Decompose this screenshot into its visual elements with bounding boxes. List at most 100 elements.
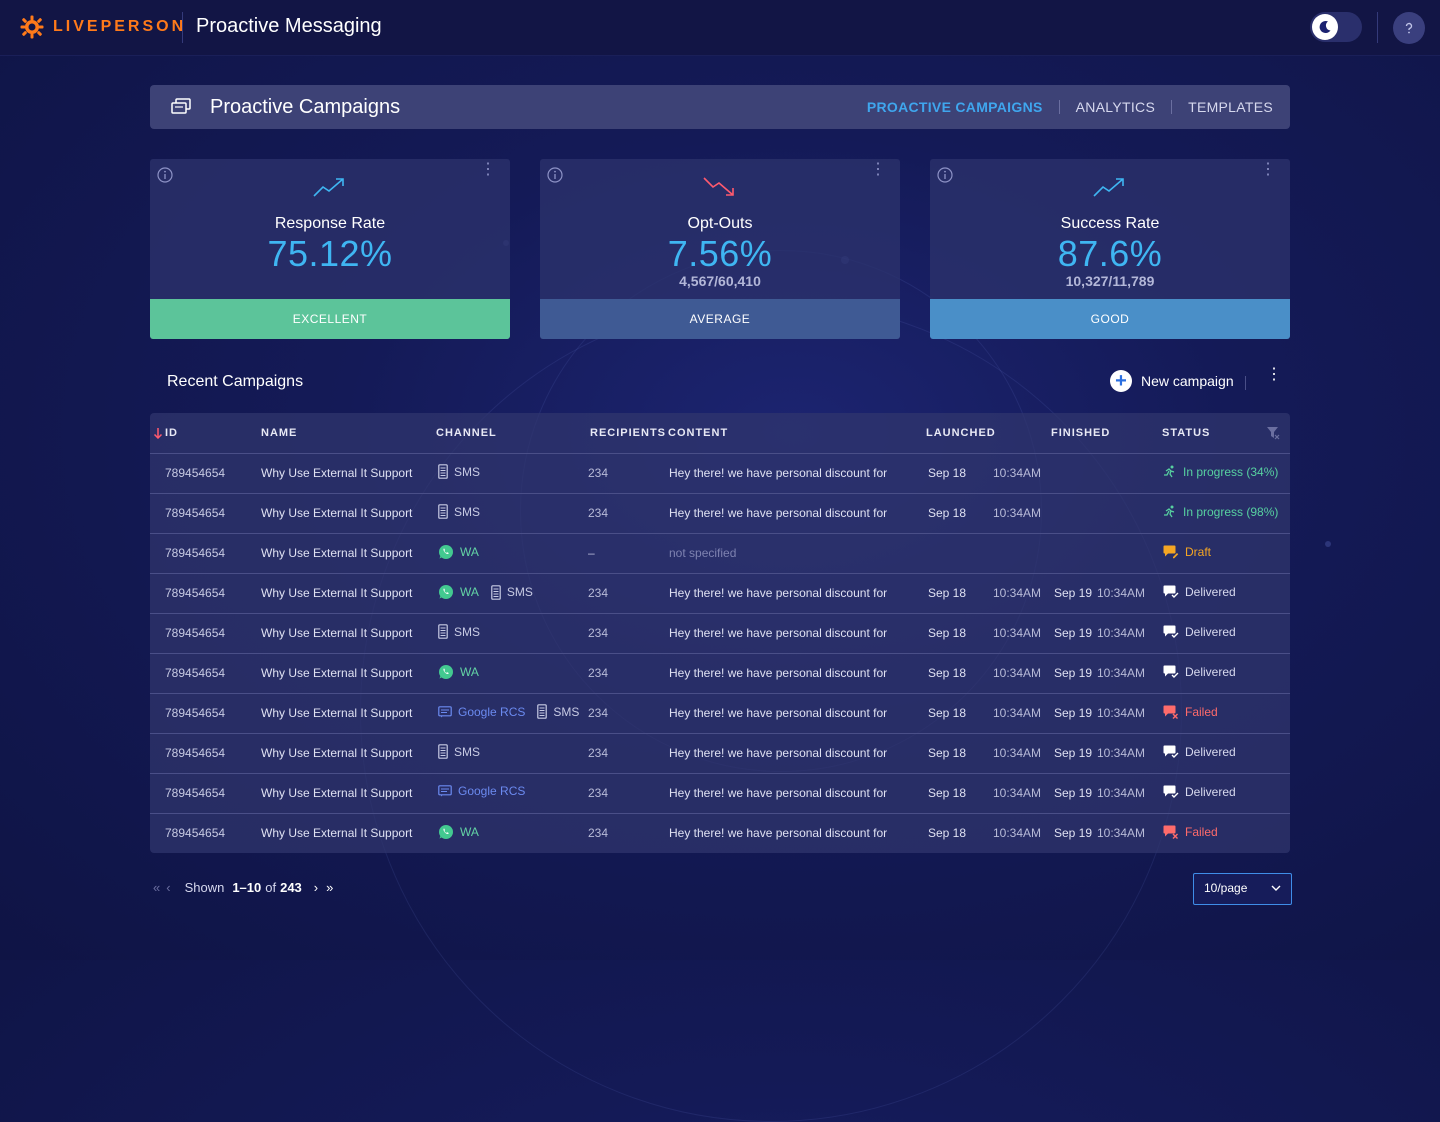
kebab-menu-icon[interactable]: ⋮ [870, 162, 886, 178]
tab-proactive-campaigns[interactable]: PROACTIVE CAMPAIGNS [851, 99, 1059, 115]
column-finished[interactable]: FINISHED [1051, 427, 1110, 439]
campaign-content: Hey there! we have personal discount for [669, 626, 888, 640]
campaign-content: Hey there! we have personal discount for [669, 786, 888, 800]
campaign-status: In progress (98%) [1163, 505, 1278, 519]
filter-clear-icon[interactable] [1266, 426, 1280, 440]
status-label: Delivered [1185, 785, 1236, 799]
column-status[interactable]: STATUS [1162, 427, 1210, 439]
campaign-status: Delivered [1163, 665, 1236, 679]
kebab-menu-icon[interactable]: ⋮ [1266, 367, 1282, 383]
column-recipients[interactable]: RECIPIENTS [590, 427, 666, 439]
column-channel[interactable]: CHANNEL [436, 427, 497, 439]
column-content[interactable]: CONTENT [668, 427, 728, 439]
campaign-recipients: 234 [588, 786, 609, 800]
info-icon[interactable] [547, 167, 563, 183]
failed-icon [1163, 705, 1179, 719]
campaign-name[interactable]: Why Use External It Support [261, 706, 412, 720]
campaign-channels: SMS [438, 464, 492, 479]
campaign-id: 789454654 [165, 586, 226, 600]
campaign-name[interactable]: Why Use External It Support [261, 786, 412, 800]
campaign-name[interactable]: Why Use External It Support [261, 546, 412, 560]
table-row[interactable]: 789454654 Why Use External It Support SMS 2… [150, 493, 1290, 534]
status-label: In progress (98%) [1183, 505, 1279, 519]
kebab-menu-icon[interactable]: ⋮ [480, 162, 496, 178]
channel-tag: Google RCS [438, 705, 525, 719]
per-page-select[interactable]: 10/page [1193, 873, 1292, 905]
campaign-content: Hey there! we have personal discount for [669, 826, 888, 840]
finished-time: 10:34AM [1097, 706, 1146, 720]
sms-icon [438, 464, 448, 479]
campaign-name[interactable]: Why Use External It Support [261, 506, 412, 520]
campaign-recipients: 234 [588, 826, 609, 840]
table-row[interactable]: 789454654 Why Use External It Support SMS 2… [150, 613, 1290, 654]
finished-time: 10:34AM [1097, 626, 1146, 640]
kpi-label: Opt-Outs [687, 215, 753, 232]
campaigns-table: ID NAME CHANNEL RECIPIENTS CONTENT LAUNC… [150, 413, 1290, 853]
kpi-value: 75.12% [267, 233, 393, 274]
launched-time: 10:34AM [993, 586, 1042, 600]
campaign-recipients: 234 [588, 466, 609, 480]
table-row[interactable]: 789454654 Why Use External It Support Goog… [150, 693, 1290, 734]
campaign-name[interactable]: Why Use External It Support [261, 466, 412, 480]
table-row[interactable]: 789454654 Why Use External It Support WA 23… [150, 813, 1290, 853]
launched-time: 10:34AM [993, 746, 1042, 760]
campaign-id: 789454654 [165, 666, 226, 680]
status-label: Delivered [1185, 585, 1236, 599]
last-page-icon[interactable]: » [326, 880, 333, 895]
campaign-status: Draft [1163, 545, 1211, 559]
new-campaign-button[interactable]: + New campaign [1110, 370, 1234, 392]
prev-page-icon[interactable]: ‹ [166, 880, 170, 895]
channel-tag: SMS [438, 744, 480, 759]
delivered-icon [1163, 625, 1179, 639]
finished-date: Sep 19 [1054, 626, 1093, 640]
tab-templates[interactable]: TEMPLATES [1172, 99, 1273, 115]
kebab-menu-icon[interactable]: ⋮ [1260, 162, 1276, 178]
campaign-name[interactable]: Why Use External It Support [261, 626, 412, 640]
table-row[interactable]: 789454654 Why Use External It Support Goog… [150, 773, 1290, 814]
channel-label: SMS [553, 704, 580, 719]
whatsapp-icon [438, 824, 454, 840]
table-row[interactable]: 789454654 Why Use External It Support WA 23… [150, 653, 1290, 694]
new-campaign-label: New campaign [1141, 373, 1234, 389]
campaign-name[interactable]: Why Use External It Support [261, 586, 412, 600]
kpi-rating-band: EXCELLENT [150, 299, 510, 339]
tab-analytics[interactable]: ANALYTICS [1060, 99, 1171, 115]
finished-time: 10:34AM [1097, 666, 1146, 680]
column-label: ID [165, 427, 178, 439]
in-progress-icon [1163, 465, 1177, 479]
table-row[interactable]: 789454654 Why Use External It Support SMS 2… [150, 453, 1290, 494]
status-label: Failed [1185, 705, 1218, 719]
channel-tag: WA [438, 824, 479, 840]
status-label: Delivered [1185, 625, 1236, 639]
next-page-icon[interactable]: › [314, 880, 318, 895]
campaign-content: Hey there! we have personal discount for [669, 466, 888, 480]
campaign-channels: WA SMS [438, 584, 545, 600]
campaign-name[interactable]: Why Use External It Support [261, 746, 412, 760]
campaign-channels: SMS [438, 744, 492, 759]
column-id[interactable]: ID [153, 427, 178, 439]
status-label: Failed [1185, 825, 1218, 839]
first-page-icon[interactable]: « [153, 880, 160, 895]
launched-time: 10:34AM [993, 826, 1042, 840]
column-launched[interactable]: LAUNCHED [926, 427, 996, 439]
info-icon[interactable] [937, 167, 953, 183]
pagination: « ‹ Shown 1–10 of 243 › » [153, 880, 333, 895]
kpi-card-success-rate: ⋮ Success Rate 87.6% 10,327/11,789 GOOD [930, 159, 1290, 339]
info-icon[interactable] [157, 167, 173, 183]
column-name[interactable]: NAME [261, 427, 297, 439]
divider [182, 12, 183, 43]
finished-date: Sep 19 [1054, 666, 1093, 680]
table-row[interactable]: 789454654 Why Use External It Support WA – n… [150, 533, 1290, 574]
table-row[interactable]: 789454654 Why Use External It Support WA SM… [150, 573, 1290, 614]
theme-toggle[interactable] [1310, 12, 1362, 42]
campaign-channels: Google RCS SMS [438, 704, 591, 719]
failed-icon [1163, 825, 1179, 839]
kpi-rating-band: AVERAGE [540, 299, 900, 339]
channel-label: SMS [454, 624, 481, 639]
campaign-name[interactable]: Why Use External It Support [261, 666, 412, 680]
per-page-value: 10/page [1204, 881, 1248, 895]
campaign-name[interactable]: Why Use External It Support [261, 826, 412, 840]
table-row[interactable]: 789454654 Why Use External It Support SMS 2… [150, 733, 1290, 774]
help-button[interactable] [1393, 12, 1425, 44]
campaign-status: Delivered [1163, 625, 1236, 639]
